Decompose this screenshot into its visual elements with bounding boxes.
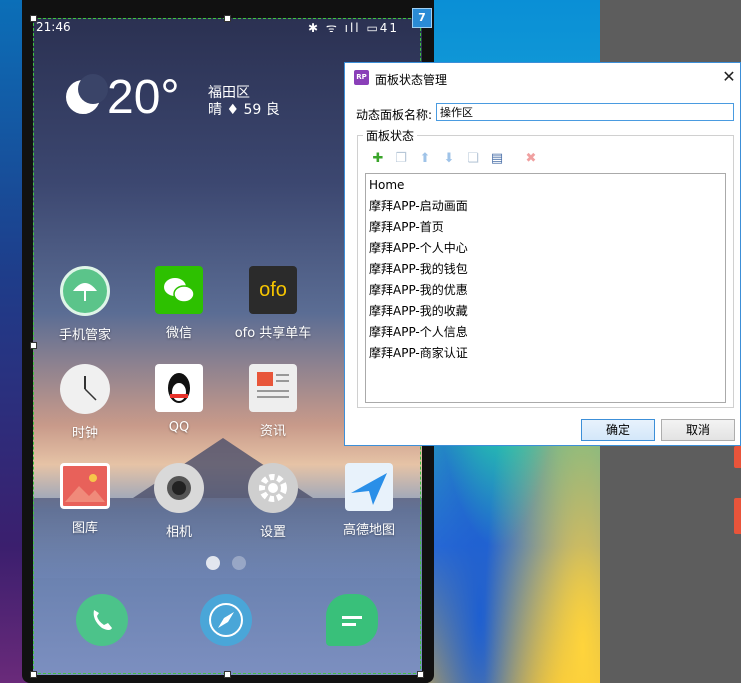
resize-handle[interactable] xyxy=(417,671,424,678)
dialog-titlebar[interactable]: RP 面板状态管理 ✕ xyxy=(345,63,741,93)
list-item[interactable]: 摩拜APP-我的优惠 xyxy=(369,280,468,300)
axure-logo-icon: RP xyxy=(354,70,369,85)
close-icon[interactable]: ✕ xyxy=(720,67,738,87)
edit-state-icon[interactable]: ❏ xyxy=(466,152,480,166)
resize-handle[interactable] xyxy=(224,671,231,678)
edit-all-icon[interactable]: ▤ xyxy=(490,152,504,166)
duplicate-icon[interactable]: ❐ xyxy=(394,152,408,166)
list-item[interactable]: Home xyxy=(369,175,404,195)
side-tab[interactable] xyxy=(734,498,741,534)
resize-handle[interactable] xyxy=(224,15,231,22)
list-item[interactable]: 摩拜APP-我的钱包 xyxy=(369,259,468,279)
resize-handle[interactable] xyxy=(30,671,37,678)
panel-name-label: 动态面板名称: xyxy=(356,108,433,122)
move-up-icon[interactable]: ⬆ xyxy=(418,152,432,166)
panel-name-input[interactable] xyxy=(436,103,734,121)
list-item[interactable]: 摩拜APP-个人信息 xyxy=(369,322,468,342)
cancel-button[interactable]: 取消 xyxy=(661,419,735,441)
panel-state-dialog: RP 面板状态管理 ✕ 动态面板名称: 面板状态 ✚ ❐ ⬆ ⬇ ❏ ▤ ✖ H… xyxy=(344,62,741,446)
list-item[interactable]: 摩拜APP-我的收藏 xyxy=(369,301,468,321)
resize-handle[interactable] xyxy=(30,342,37,349)
list-item[interactable]: 摩拜APP-启动画面 xyxy=(369,196,468,216)
delete-icon[interactable]: ✖ xyxy=(524,152,538,166)
move-down-icon[interactable]: ⬇ xyxy=(442,152,456,166)
state-list[interactable]: Home 摩拜APP-启动画面 摩拜APP-首页 摩拜APP-个人中心 摩拜AP… xyxy=(365,173,726,403)
resize-handle[interactable] xyxy=(30,15,37,22)
add-icon[interactable]: ✚ xyxy=(371,152,385,166)
ok-button[interactable]: 确定 xyxy=(581,419,655,441)
list-item[interactable]: 摩拜APP-首页 xyxy=(369,217,444,237)
list-item[interactable]: 摩拜APP-商家认证 xyxy=(369,343,468,363)
states-group-title: 面板状态 xyxy=(363,127,418,144)
side-tab[interactable] xyxy=(734,446,741,468)
list-item[interactable]: 摩拜APP-个人中心 xyxy=(369,238,468,258)
selection-badge: 7 xyxy=(412,8,432,28)
dialog-title: 面板状态管理 xyxy=(375,73,448,87)
